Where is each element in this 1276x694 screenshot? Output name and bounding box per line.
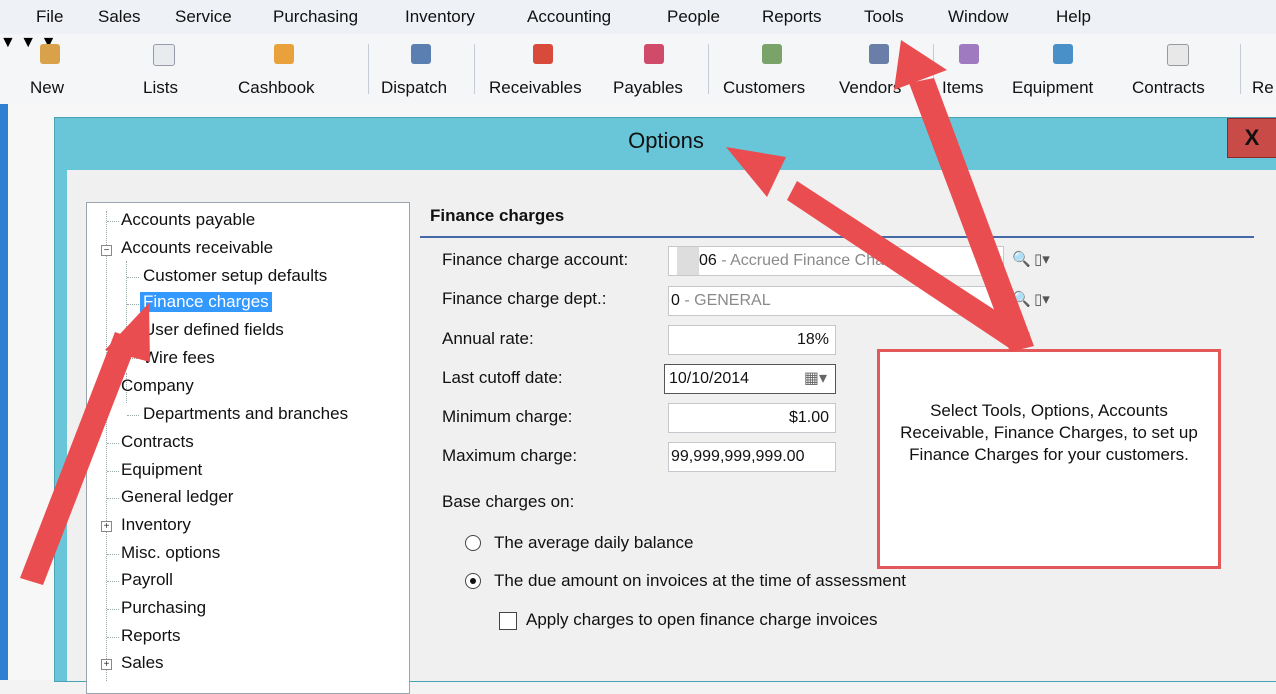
arrow-to-finance-charges [20,332,138,585]
annotation-arrows [20,40,1034,585]
arrowhead-options-title [726,147,786,197]
